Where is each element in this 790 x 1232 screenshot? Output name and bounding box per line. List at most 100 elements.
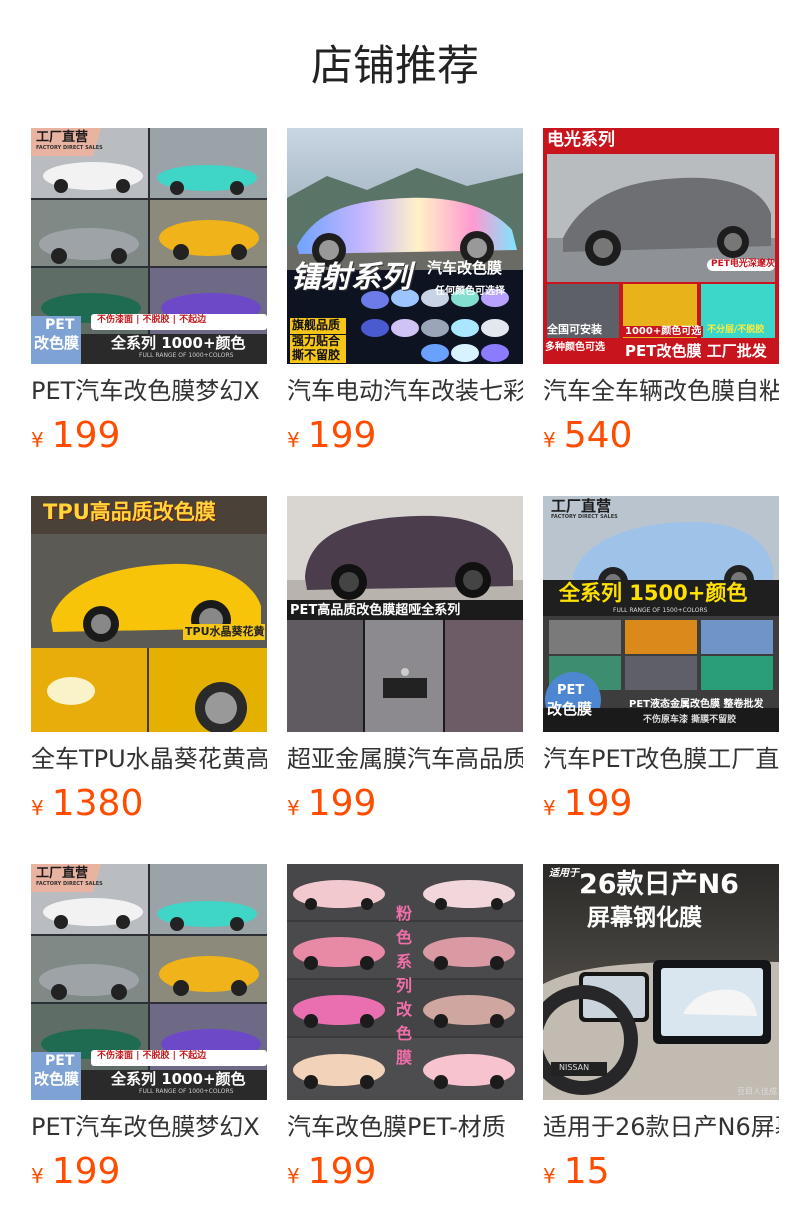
product-thumbnail[interactable]: 镭射系列 汽车改色膜 任何颜色可选择 旗舰品质 强力贴合 撕不留胶 — [287, 128, 523, 364]
product-card[interactable]: 镭射系列 汽车改色膜 任何颜色可选择 旗舰品质 强力贴合 撕不留胶 汽车电动汽车… — [287, 128, 523, 456]
thumb-sub: FULL RANGE OF 1500+COLORS — [613, 607, 708, 614]
thumb-banner: 全系列 1500+颜色 — [559, 581, 748, 605]
product-name[interactable]: 汽车电动汽车改装七彩 — [287, 374, 523, 408]
badge-pet: PET — [45, 1053, 75, 1069]
product-thumbnail[interactable]: 适用于 26款日产N6 屏幕钢化膜 NISSAN 豆目人佳成 — [543, 864, 779, 1100]
price-amount: 199 — [563, 783, 633, 824]
badge-pet-2: 改色膜 — [34, 1070, 80, 1088]
thumb-tagline: 任何颜色可选择 — [435, 286, 505, 297]
product-grid: 工厂直营 FACTORY DIRECT SALES PET 改色膜 不伤漆面 |… — [31, 128, 790, 1192]
thumb-title: 镭射系列 — [291, 260, 411, 295]
currency-symbol: ¥ — [31, 428, 44, 452]
thumb-badge-3: 撕不留胶 — [292, 348, 341, 362]
product-name[interactable]: 全车TPU水晶葵花黄高 — [31, 742, 267, 776]
badge-factory-sub: FACTORY DIRECT SALES — [36, 145, 103, 151]
currency-symbol: ¥ — [543, 1164, 556, 1188]
product-price: ¥199 — [287, 1150, 523, 1194]
product-thumbnail[interactable]: 粉色系列改色膜 — [287, 864, 523, 1100]
thumb-title: 26款日产N6 — [579, 869, 739, 900]
thumb-banner: 全系列 1000+颜色 — [111, 334, 246, 352]
product-price: ¥15 — [543, 1150, 779, 1194]
thumb-bar: PET改色膜 工厂批发 — [625, 342, 767, 360]
product-card[interactable]: PET高品质改色膜超哑全系列 超亚金属膜汽车高品质 ¥199 — [287, 496, 523, 824]
badge-factory: 工厂直营 — [36, 130, 89, 145]
thumb-quality: 不分层/不脱胶 — [707, 325, 765, 335]
product-thumbnail[interactable]: PET高品质改色膜超哑全系列 — [287, 496, 523, 732]
price-amount: 1380 — [51, 783, 144, 824]
currency-symbol: ¥ — [287, 428, 300, 452]
price-amount: 199 — [51, 1151, 121, 1192]
product-name[interactable]: 超亚金属膜汽车高品质 — [287, 742, 523, 776]
price-amount: 15 — [563, 1151, 610, 1192]
product-card[interactable]: TPU高品质改色膜 TPU水晶葵花黄 全车TPU水晶葵花黄高 ¥1380 — [31, 496, 267, 824]
product-price: ¥199 — [31, 414, 267, 458]
product-thumbnail[interactable]: 电光系列 PET电光深邃灰 全国可安装 多种颜色可选 1000+颜色可选 不分层… — [543, 128, 779, 364]
product-card[interactable]: 电光系列 PET电光深邃灰 全国可安装 多种颜色可选 1000+颜色可选 不分层… — [543, 128, 779, 456]
thumb-title-2: 汽车改色膜 — [427, 259, 503, 277]
product-name[interactable]: PET汽车改色膜梦幻X — [31, 1110, 267, 1144]
product-thumbnail[interactable]: TPU高品质改色膜 TPU水晶葵花黄 — [31, 496, 267, 732]
thumb-label: TPU水晶葵花黄 — [185, 625, 265, 638]
product-name[interactable]: PET汽车改色膜梦幻X — [31, 374, 267, 408]
thumb-sub: FULL RANGE OF 1000+COLORS — [139, 352, 234, 359]
product-card[interactable]: 适用于 26款日产N6 屏幕钢化膜 NISSAN 豆目人佳成 适用于26款日产N… — [543, 864, 779, 1192]
badge-pet: PET — [45, 317, 75, 333]
product-name[interactable]: 汽车改色膜PET-材质 — [287, 1110, 523, 1144]
currency-symbol: ¥ — [543, 796, 556, 820]
product-thumbnail[interactable]: 工厂直营 FACTORY DIRECT SALES PET 改色膜 不伤漆面 |… — [31, 864, 267, 1100]
price-amount: 199 — [307, 783, 377, 824]
price-amount: 199 — [307, 1151, 377, 1192]
thumb-line-2: 不伤原车漆 撕膜不留胶 — [643, 715, 737, 725]
product-price: ¥1380 — [31, 782, 267, 826]
price-amount: 199 — [51, 415, 121, 456]
thumb-tags: 不伤漆面 | 不脱胶 | 不起边 — [97, 1051, 207, 1061]
thumb-small: 适用于 — [549, 868, 579, 879]
thumb-colors: 1000+颜色可选 — [623, 326, 704, 337]
product-thumbnail[interactable]: 工厂直营 FACTORY DIRECT SALES PET 改色膜 不伤漆面 |… — [31, 128, 267, 364]
badge-factory: 工厂直营 — [551, 497, 612, 515]
product-price: ¥199 — [287, 782, 523, 826]
product-name[interactable]: 适用于26款日产N6屏幕 — [543, 1110, 779, 1144]
product-card[interactable]: 工厂直营 FACTORY DIRECT SALES PET 改色膜 不伤漆面 |… — [31, 864, 267, 1192]
product-thumbnail[interactable]: 工厂直营 FACTORY DIRECT SALES 全系列 1500+颜色 FU… — [543, 496, 779, 732]
price-amount: 540 — [563, 415, 633, 456]
thumb-banner: 全系列 1000+颜色 — [111, 1070, 246, 1088]
section-title: 店铺推荐 — [310, 41, 479, 90]
product-price: ¥540 — [543, 414, 779, 458]
product-name[interactable]: 汽车PET改色膜工厂直 — [543, 742, 779, 776]
thumb-watermark: 豆目人佳成 — [737, 1087, 777, 1096]
thumb-title: TPU高品质改色膜 — [43, 500, 216, 524]
currency-symbol: ¥ — [31, 1164, 44, 1188]
thumb-title: PET高品质改色膜超哑全系列 — [290, 603, 461, 618]
badge-pet-2: 改色膜 — [34, 334, 80, 352]
currency-symbol: ¥ — [287, 1164, 300, 1188]
thumb-line-1: PET液态金属改色膜 整卷批发 — [629, 699, 764, 710]
thumb-tags: 不伤漆面 | 不脱胶 | 不起边 — [97, 315, 207, 325]
thumb-title-2: 屏幕钢化膜 — [587, 905, 702, 931]
currency-symbol: ¥ — [287, 796, 300, 820]
product-name[interactable]: 汽车全车辆改色膜自粘 — [543, 374, 779, 408]
thumb-label: PET电光深邃灰 — [711, 259, 775, 269]
badge-series: 电光系列 — [547, 130, 615, 150]
currency-symbol: ¥ — [543, 428, 556, 452]
badge-factory: 工厂直营 — [36, 866, 89, 881]
price-amount: 199 — [307, 415, 377, 456]
badge-pet: PET — [557, 683, 585, 698]
product-card[interactable]: 粉色系列改色膜 汽车改色膜PET-材质 ¥199 — [287, 864, 523, 1192]
badge-factory-sub: FACTORY DIRECT SALES — [36, 881, 103, 887]
product-card[interactable]: 工厂直营 FACTORY DIRECT SALES 全系列 1500+颜色 FU… — [543, 496, 779, 824]
product-price: ¥199 — [31, 1150, 267, 1194]
badge-pet-2: 改色膜 — [547, 700, 593, 718]
product-price: ¥199 — [287, 414, 523, 458]
thumb-vertical-text: 粉色系列改色膜 — [395, 904, 412, 1067]
currency-symbol: ¥ — [31, 796, 44, 820]
thumb-badge-1: 全国可安装 — [547, 323, 602, 336]
thumb-badge-2: 多种颜色可选 — [545, 342, 605, 353]
thumb-badge-2: 强力贴合 — [292, 334, 341, 348]
thumb-brand: NISSAN — [559, 1063, 590, 1072]
product-card[interactable]: 工厂直营 FACTORY DIRECT SALES PET 改色膜 不伤漆面 |… — [31, 128, 267, 456]
product-price: ¥199 — [543, 782, 779, 826]
thumb-sub: FULL RANGE OF 1000+COLORS — [139, 1088, 234, 1095]
thumb-badge-1: 旗舰品质 — [292, 318, 341, 332]
badge-factory-sub: FACTORY DIRECT SALES — [551, 514, 618, 520]
